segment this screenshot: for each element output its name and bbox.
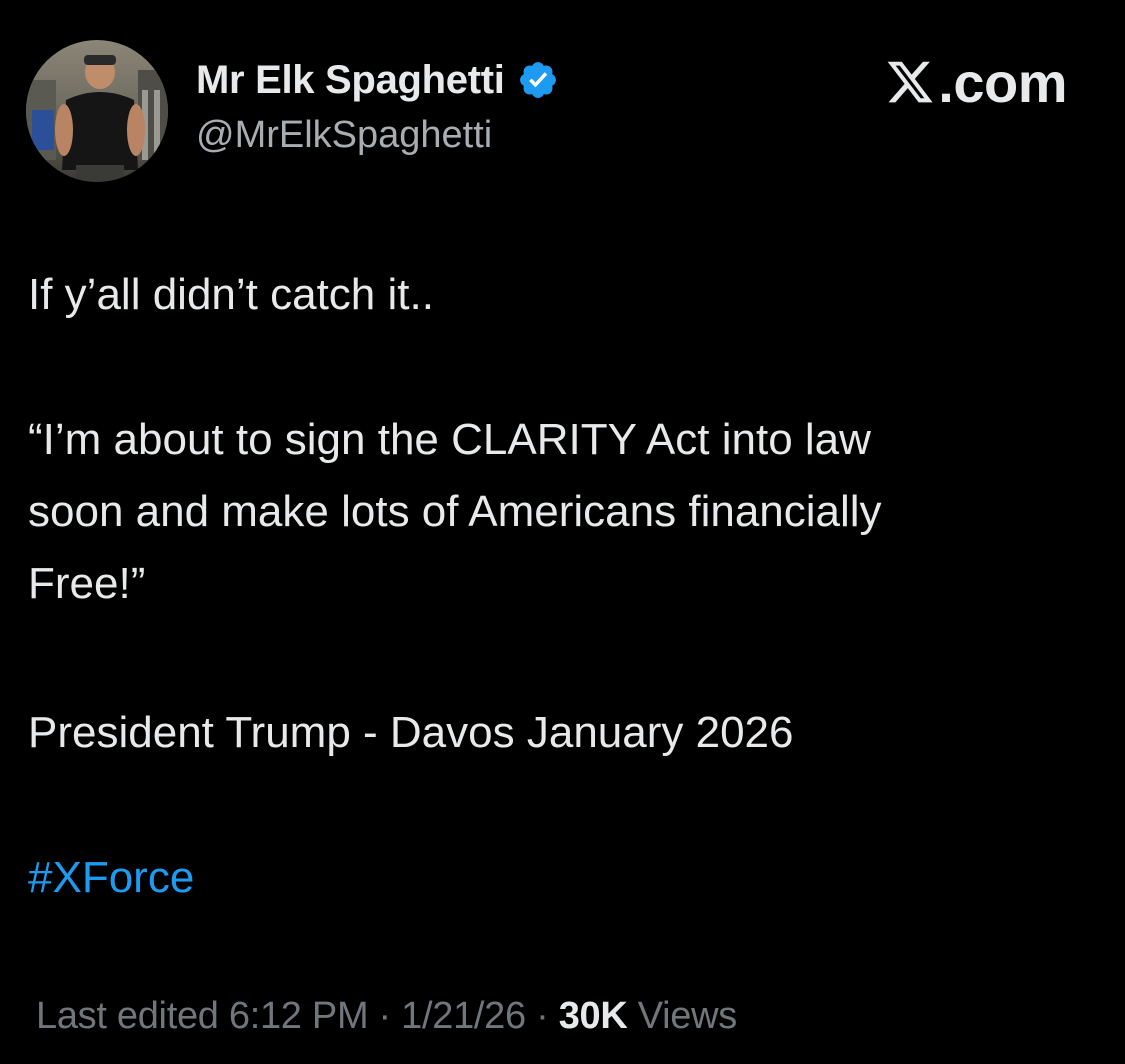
edited-timestamp[interactable]: Last edited 6:12 PM · 1/21/26 · bbox=[36, 995, 559, 1037]
avatar-photo bbox=[26, 40, 168, 182]
site-watermark: .com bbox=[884, 50, 1067, 114]
author-name-row[interactable]: Mr Elk Spaghetti bbox=[196, 54, 559, 106]
hashtag-link[interactable]: #XForce bbox=[28, 842, 194, 914]
verified-badge-icon bbox=[517, 59, 559, 101]
post-meta: Last edited 6:12 PM · 1/21/26 · 30K View… bbox=[36, 995, 737, 1038]
author-handle[interactable]: @MrElkSpaghetti bbox=[196, 114, 492, 157]
post-quote-line: soon and make lots of Americans financia… bbox=[28, 487, 882, 536]
tweet-card: Mr Elk Spaghetti @MrElkSpaghetti .com If… bbox=[0, 0, 1125, 1064]
post-quote: “I’m about to sign the CLARITY Act into … bbox=[28, 404, 882, 620]
x-logo-icon bbox=[887, 61, 933, 103]
avatar[interactable] bbox=[26, 40, 168, 182]
views-count[interactable]: 30K bbox=[559, 995, 628, 1037]
display-name[interactable]: Mr Elk Spaghetti bbox=[196, 58, 505, 103]
post-text-line: If y’all didn’t catch it.. bbox=[28, 270, 434, 319]
post-attribution: President Trump - Davos January 2026 bbox=[28, 708, 794, 757]
views-label: Views bbox=[627, 995, 737, 1037]
post-quote-line: Free!” bbox=[28, 559, 146, 608]
post-quote-line: “I’m about to sign the CLARITY Act into … bbox=[28, 415, 871, 464]
site-label: .com bbox=[938, 50, 1067, 114]
